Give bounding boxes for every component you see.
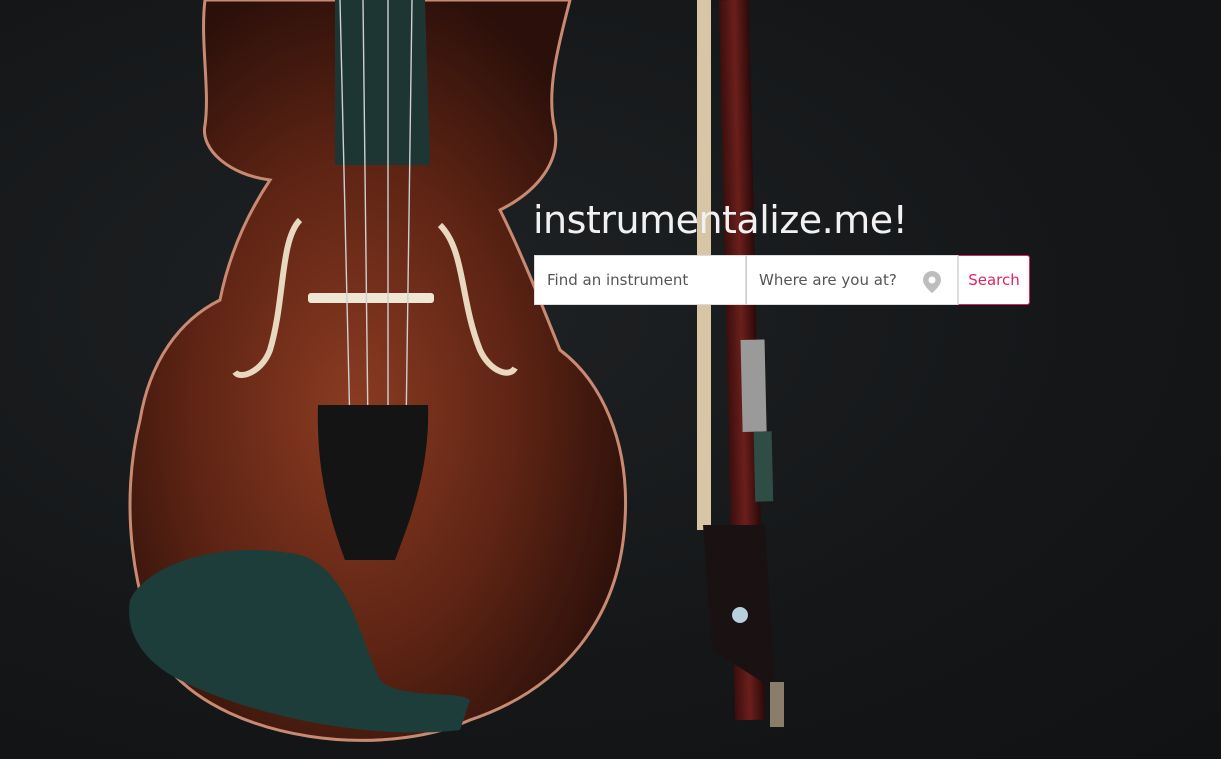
bow-wrap	[753, 431, 774, 502]
site-title: instrumentalize.me!	[533, 198, 908, 242]
hero-background	[0, 0, 1221, 759]
bow-screw	[770, 682, 784, 727]
bow-grip	[740, 339, 767, 432]
location-field-wrapper	[746, 255, 958, 305]
violin-illustration	[128, 0, 784, 742]
map-pin-icon	[923, 271, 941, 293]
instrument-field-wrapper	[534, 255, 746, 305]
violin-bridge	[308, 293, 434, 303]
violin-fingerboard	[335, 0, 430, 165]
bow-eye	[732, 607, 748, 623]
instrument-input[interactable]	[535, 256, 745, 304]
search-button[interactable]: Search	[958, 255, 1030, 305]
search-form: Search	[534, 255, 1030, 305]
